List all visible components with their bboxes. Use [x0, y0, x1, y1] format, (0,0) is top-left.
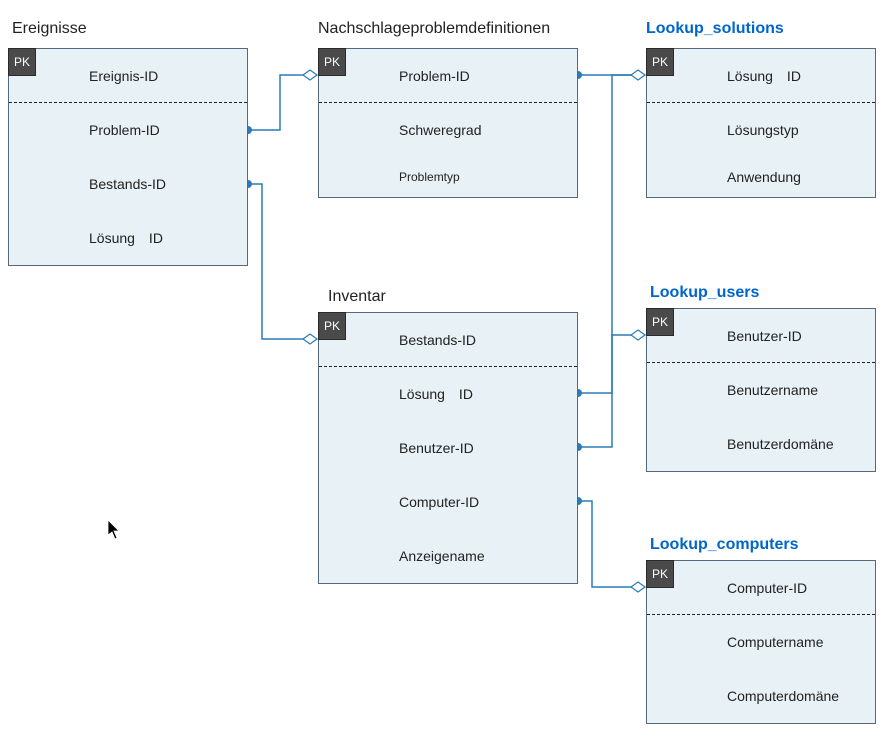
field-row: Lösung ID [9, 211, 247, 265]
field-row: Schweregrad [319, 103, 577, 157]
field-row: Benutzer-ID [319, 421, 577, 475]
entity-title-nachschlage: Nachschlageproblemdefinitionen [318, 20, 550, 38]
field-row: Computer-ID [319, 475, 577, 529]
field-row: Computername [647, 615, 875, 669]
field-row: Computerdomäne [647, 669, 875, 723]
field-label: Anzeigename [399, 548, 485, 564]
field-label: Anwendung [727, 169, 801, 185]
entity-title-lookup-users[interactable]: Lookup_users [650, 284, 759, 302]
pk-badge: PK [8, 48, 36, 76]
field-row: Lösung ID [319, 367, 577, 421]
field-label: Problem-ID [399, 68, 470, 84]
field-row: PK Computer-ID [647, 561, 875, 615]
field-label: Ereignis-ID [89, 68, 158, 84]
entity-title-lookup-computers[interactable]: Lookup_computers [650, 536, 798, 554]
field-row: PK Ereignis-ID [9, 49, 247, 103]
field-label: Benutzerdomäne [727, 436, 834, 452]
field-row: Anzeigename [319, 529, 577, 583]
pk-badge: PK [646, 308, 674, 336]
entity-ereignisse[interactable]: PK Ereignis-ID Problem-ID Bestands-ID Lö… [8, 48, 248, 266]
field-row: PK Bestands-ID [319, 313, 577, 367]
field-label: Computerdomäne [727, 688, 839, 704]
pk-badge: PK [318, 48, 346, 76]
field-row: Problemtyp [319, 157, 577, 197]
field-row: Anwendung [647, 157, 875, 197]
field-row: Benutzerdomäne [647, 417, 875, 471]
field-row: PK Problem-ID [319, 49, 577, 103]
entity-lookup-computers[interactable]: PK Computer-ID Computername Computerdomä… [646, 560, 876, 724]
pk-badge: PK [646, 48, 674, 76]
field-label: Lösung ID [399, 386, 473, 402]
field-row: Lösungstyp [647, 103, 875, 157]
entity-lookup-solutions[interactable]: PK Lösung ID Lösungstyp Anwendung [646, 48, 876, 198]
pk-badge: PK [318, 312, 346, 340]
cursor-icon [108, 520, 122, 540]
field-row: Benutzername [647, 363, 875, 417]
field-label: Lösung ID [89, 230, 163, 246]
entity-nachschlage[interactable]: PK Problem-ID Schweregrad Problemtyp [318, 48, 578, 198]
pk-badge: PK [646, 560, 674, 588]
field-label: Lösung ID [727, 68, 801, 84]
entity-title-lookup-solutions[interactable]: Lookup_solutions [646, 20, 784, 38]
field-label: Computername [727, 634, 824, 650]
field-label: Bestands-ID [89, 176, 166, 192]
field-row: Problem-ID [9, 103, 247, 157]
field-label: Problemtyp [399, 170, 460, 184]
field-label: Lösungstyp [727, 122, 799, 138]
field-row: Bestands-ID [9, 157, 247, 211]
field-label: Benutzer-ID [399, 440, 474, 456]
entity-title-inventar: Inventar [328, 288, 386, 306]
field-label: Computer-ID [727, 580, 807, 596]
entity-inventar[interactable]: PK Bestands-ID Lösung ID Benutzer-ID Com… [318, 312, 578, 584]
field-label: Benutzername [727, 382, 818, 398]
field-row: PK Lösung ID [647, 49, 875, 103]
field-row: PK Benutzer-ID [647, 309, 875, 363]
field-label: Computer-ID [399, 494, 479, 510]
field-label: Benutzer-ID [727, 328, 802, 344]
entity-title-ereignisse: Ereignisse [12, 20, 87, 38]
entity-lookup-users[interactable]: PK Benutzer-ID Benutzername Benutzerdomä… [646, 308, 876, 472]
field-label: Problem-ID [89, 122, 160, 138]
field-label: Schweregrad [399, 122, 482, 138]
field-label: Bestands-ID [399, 332, 476, 348]
